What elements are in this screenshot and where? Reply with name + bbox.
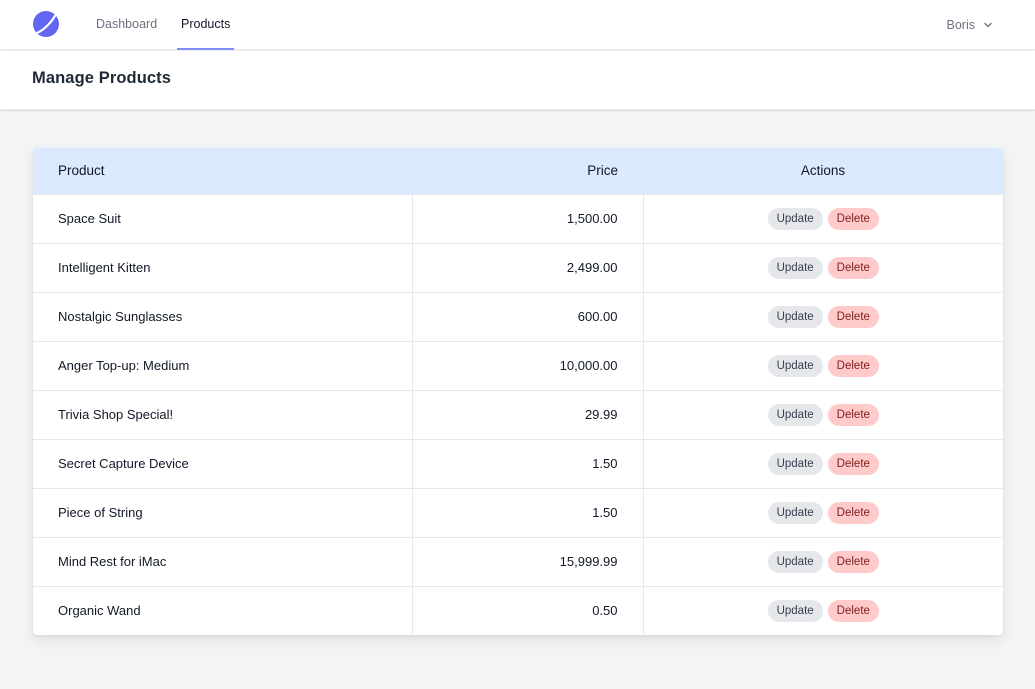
- user-name: Boris: [946, 18, 975, 32]
- product-price: 15,999.99: [412, 537, 644, 586]
- update-button[interactable]: Update: [767, 403, 823, 426]
- nav-products-link[interactable]: Products: [177, 0, 235, 50]
- nav-dashboard-link[interactable]: Dashboard: [96, 0, 157, 50]
- table-body: Space Suit 1,500.00 Update Delete Intelligen…: [33, 194, 1003, 635]
- column-header-actions: Actions: [800, 163, 846, 179]
- user-menu[interactable]: Boris: [947, 0, 993, 50]
- delete-button[interactable]: Delete: [827, 305, 879, 328]
- table-row: Mind Rest for iMac 15,999.99 Update Delete: [33, 537, 1003, 586]
- page-title: Manage Products: [32, 69, 172, 87]
- product-name: Organic Wand: [33, 586, 413, 635]
- table-row: Organic Wand 0.50 Update Delete: [33, 586, 1003, 635]
- product-name: Trivia Shop Special!: [33, 390, 413, 439]
- table-row: Piece of String 1.50 Update Delete: [33, 488, 1003, 537]
- product-price: 0.50: [412, 586, 644, 635]
- delete-button[interactable]: Delete: [827, 599, 879, 622]
- delete-button[interactable]: Delete: [827, 452, 879, 475]
- product-price: 10,000.00: [412, 341, 644, 390]
- table-header-row: Product Price Actions: [33, 148, 1003, 194]
- row-actions: Update Delete: [643, 243, 1003, 292]
- page-header: Manage Products: [0, 51, 1035, 110]
- table-row: Anger Top-up: Medium 10,000.00 Update Delet…: [33, 341, 1003, 390]
- top-navigation: Dashboard Products Boris: [0, 0, 1035, 50]
- update-button[interactable]: Update: [767, 550, 823, 573]
- update-button[interactable]: Update: [767, 256, 823, 279]
- column-header-product: Product: [58, 163, 105, 179]
- product-price: 1.50: [412, 439, 644, 488]
- row-actions: Update Delete: [643, 537, 1003, 586]
- delete-button[interactable]: Delete: [827, 403, 879, 426]
- product-name: Intelligent Kitten: [33, 243, 413, 292]
- product-name: Space Suit: [33, 194, 413, 243]
- table-row: Space Suit 1,500.00 Update Delete: [33, 194, 1003, 243]
- row-actions: Update Delete: [643, 586, 1003, 635]
- product-price: 29.99: [412, 390, 644, 439]
- row-actions: Update Delete: [643, 292, 1003, 341]
- table-row: Secret Capture Device 1.50 Update Delete: [33, 439, 1003, 488]
- chevron-down-icon: [984, 22, 992, 28]
- table-row: Nostalgic Sunglasses 600.00 Update Delete: [33, 292, 1003, 341]
- product-name: Secret Capture Device: [33, 439, 413, 488]
- row-actions: Update Delete: [643, 341, 1003, 390]
- product-name: Anger Top-up: Medium: [33, 341, 413, 390]
- update-button[interactable]: Update: [767, 501, 823, 524]
- delete-button[interactable]: Delete: [827, 501, 879, 524]
- update-button[interactable]: Update: [767, 305, 823, 328]
- delete-button[interactable]: Delete: [827, 256, 879, 279]
- product-name: Nostalgic Sunglasses: [33, 292, 413, 341]
- table-row: Intelligent Kitten 2,499.00 Update Delete: [33, 243, 1003, 292]
- product-name: Mind Rest for iMac: [33, 537, 413, 586]
- delete-button[interactable]: Delete: [827, 207, 879, 230]
- product-price: 1.50: [412, 488, 644, 537]
- products-table: Product Price Actions Space Suit 1,500.00…: [33, 148, 1003, 635]
- row-actions: Update Delete: [643, 390, 1003, 439]
- logo-icon[interactable]: [32, 10, 60, 38]
- product-price: 600.00: [412, 292, 644, 341]
- column-header-price: Price: [587, 163, 618, 179]
- row-actions: Update Delete: [643, 439, 1003, 488]
- row-actions: Update Delete: [643, 488, 1003, 537]
- table-row: Trivia Shop Special! 29.99 Update Delete: [33, 390, 1003, 439]
- products-table-card: Product Price Actions Space Suit 1,500.00…: [33, 148, 1003, 635]
- update-button[interactable]: Update: [767, 207, 823, 230]
- product-price: 1,500.00: [412, 194, 644, 243]
- update-button[interactable]: Update: [767, 599, 823, 622]
- delete-button[interactable]: Delete: [827, 354, 879, 377]
- product-name: Piece of String: [33, 488, 413, 537]
- row-actions: Update Delete: [643, 194, 1003, 243]
- delete-button[interactable]: Delete: [827, 550, 879, 573]
- product-price: 2,499.00: [412, 243, 644, 292]
- update-button[interactable]: Update: [767, 452, 823, 475]
- update-button[interactable]: Update: [767, 354, 823, 377]
